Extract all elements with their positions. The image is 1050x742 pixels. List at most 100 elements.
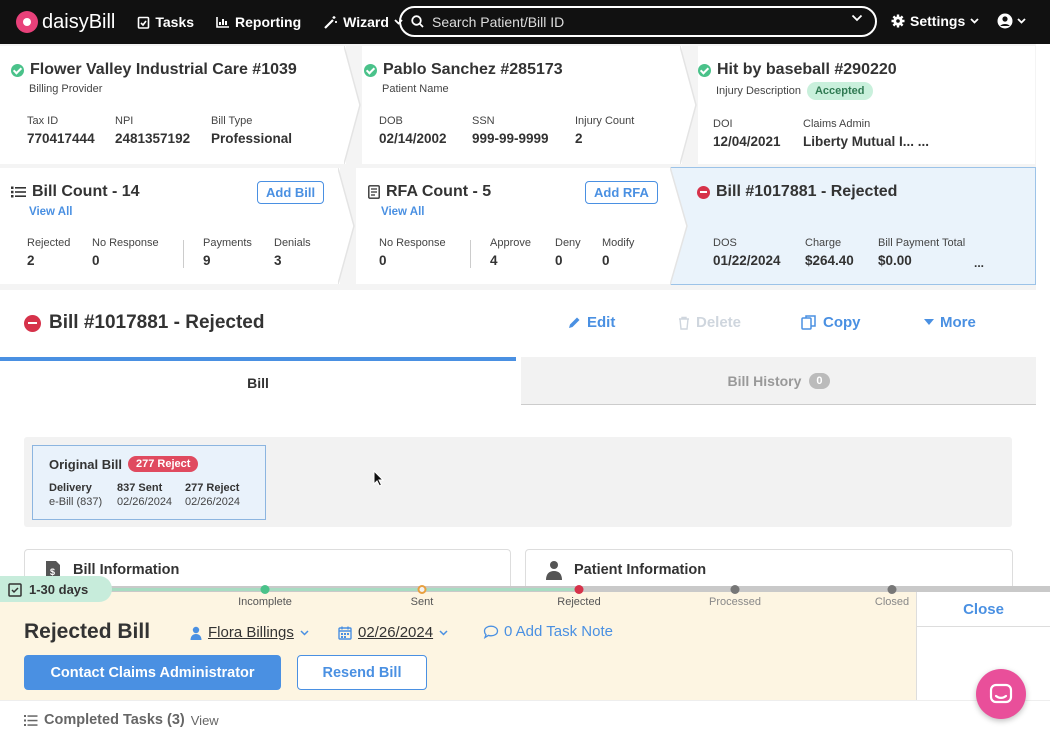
patient-card[interactable]: Pablo Sanchez #285173 Patient Name DOB 02… bbox=[362, 46, 682, 164]
nav-wizard[interactable]: Wizard bbox=[323, 14, 403, 30]
dos-field: DOS 01/22/2024 bbox=[713, 237, 781, 268]
chevron-separator bbox=[338, 168, 355, 284]
step-processed-dot bbox=[730, 585, 740, 594]
rfa-count-title: RFA Count - 5 bbox=[386, 183, 492, 200]
search-placeholder: Search Patient/Bill ID bbox=[432, 13, 565, 30]
edit-button[interactable]: Edit bbox=[567, 314, 615, 331]
more-button[interactable]: More bbox=[924, 314, 976, 331]
chevron-down-icon[interactable] bbox=[851, 14, 863, 22]
check-circle-icon bbox=[698, 63, 711, 77]
completed-tasks-toggle[interactable]: Completed Tasks (3) View bbox=[24, 712, 219, 728]
contact-claims-admin-button[interactable]: Contact Claims Administrator bbox=[24, 655, 281, 690]
rfa-view-all-link[interactable]: View All bbox=[381, 206, 424, 218]
list-icon bbox=[24, 714, 38, 726]
chat-icon bbox=[989, 683, 1013, 704]
charge-field: Charge $264.40 bbox=[805, 237, 854, 268]
document-icon bbox=[368, 185, 380, 199]
tax-id-field: Tax ID 770417444 bbox=[27, 115, 95, 146]
add-rfa-button[interactable]: Add RFA bbox=[585, 181, 658, 204]
history-count-badge: 0 bbox=[809, 372, 830, 389]
divider bbox=[183, 240, 184, 268]
add-task-note-link[interactable]: 0 Add Task Note bbox=[483, 623, 613, 640]
divider bbox=[470, 240, 471, 268]
bill-count-title: Bill Count - 14 bbox=[32, 183, 140, 200]
page-title-text: Bill #1017881 - Rejected bbox=[49, 312, 265, 333]
copy-button[interactable]: Copy bbox=[801, 314, 861, 331]
nav-reporting[interactable]: Reporting bbox=[216, 14, 301, 30]
chevron-down-icon bbox=[1017, 18, 1026, 24]
rfa-count-card[interactable]: RFA Count - 5 Add RFA View All No Respon… bbox=[356, 168, 672, 284]
add-bill-button[interactable]: Add Bill bbox=[257, 181, 325, 204]
pencil-icon bbox=[569, 317, 580, 328]
injury-title: Hit by baseball #290220 bbox=[717, 61, 897, 78]
task-date-picker[interactable]: 02/26/2024 bbox=[338, 624, 448, 641]
more-ellipsis[interactable]: ... bbox=[974, 256, 984, 270]
reject-col: 277 Reject 02/26/2024 bbox=[185, 482, 241, 508]
bill-view-all-link[interactable]: View All bbox=[29, 206, 72, 218]
gear-icon bbox=[891, 14, 905, 28]
bill-summary-title: Bill #1017881 - Rejected bbox=[716, 183, 898, 200]
user-menu[interactable] bbox=[997, 13, 1026, 29]
mouse-cursor-icon bbox=[373, 470, 384, 487]
step-sent-dot bbox=[417, 585, 427, 594]
bill-payment-total-field: Bill Payment Total $0.00 bbox=[878, 237, 966, 268]
original-bill-title: Original Bill bbox=[49, 456, 122, 472]
user-icon bbox=[190, 626, 202, 640]
approve-field: Approve 4 bbox=[490, 237, 531, 268]
status-badge: Accepted bbox=[806, 82, 873, 100]
bar-chart-icon bbox=[216, 17, 230, 28]
delivery-col: Delivery e-Bill (837) bbox=[49, 482, 103, 508]
bill-summary-card[interactable]: Bill #1017881 - Rejected DOS 01/22/2024 C… bbox=[670, 167, 1036, 285]
reject-icon bbox=[697, 185, 710, 199]
delete-button[interactable]: Delete bbox=[678, 314, 741, 331]
chevron-notch bbox=[670, 167, 688, 285]
step-label: Incomplete bbox=[238, 596, 292, 608]
resend-bill-button[interactable]: Resend Bill bbox=[297, 655, 427, 690]
search-input[interactable]: Search Patient/Bill ID bbox=[399, 6, 877, 37]
claims-admin-field[interactable]: Claims Admin Liberty Mutual I... ... bbox=[803, 118, 929, 149]
tab-bill-history[interactable]: Bill History 0 bbox=[521, 357, 1036, 405]
denials-field: Denials 3 bbox=[274, 237, 311, 268]
nav-settings[interactable]: Settings bbox=[891, 13, 979, 29]
close-button[interactable]: Close bbox=[917, 592, 1050, 627]
page-title: Bill #1017881 - Rejected bbox=[24, 312, 264, 334]
original-bill-card[interactable]: Original Bill 277 Reject Delivery e-Bill… bbox=[32, 445, 266, 520]
tab-bill[interactable]: Bill bbox=[0, 357, 516, 405]
injury-card[interactable]: Hit by baseball #290220 Injury Descripti… bbox=[698, 46, 1035, 164]
step-label: Rejected bbox=[557, 596, 601, 608]
comment-icon bbox=[483, 625, 499, 639]
ssn-field: SSN 999-99-9999 bbox=[472, 115, 549, 146]
check-circle-icon bbox=[364, 63, 377, 77]
view-link[interactable]: View bbox=[191, 713, 219, 728]
chat-launcher-button[interactable] bbox=[976, 669, 1026, 719]
bill-count-card[interactable]: Bill Count - 14 Add Bill View All Reject… bbox=[0, 168, 340, 284]
modify-field: Modify 0 bbox=[602, 237, 635, 268]
daisy-logo-icon bbox=[16, 11, 38, 33]
chevron-down-icon bbox=[970, 18, 979, 24]
nav-settings-label: Settings bbox=[910, 13, 966, 29]
assignee-dropdown[interactable]: Flora Billings bbox=[190, 624, 309, 641]
chevron-down-icon bbox=[439, 629, 448, 636]
provider-card[interactable]: Flower Valley Industrial Care #1039 Bill… bbox=[0, 46, 346, 164]
patient-title: Pablo Sanchez #285173 bbox=[383, 61, 563, 78]
patient-information-section[interactable]: Patient Information bbox=[525, 549, 1013, 589]
doi-field: DOI 12/04/2021 bbox=[713, 118, 781, 149]
list-icon bbox=[11, 186, 26, 198]
chevron-separator bbox=[680, 46, 697, 164]
nav-tasks-label: Tasks bbox=[155, 14, 195, 30]
nav-tasks[interactable]: Tasks bbox=[137, 14, 194, 30]
step-label: Sent bbox=[410, 596, 434, 608]
deny-field: Deny 0 bbox=[555, 237, 581, 268]
completed-tasks-label: Completed Tasks (3) bbox=[44, 712, 185, 728]
injury-subtitle: Injury Description bbox=[716, 85, 801, 97]
injury-count-field: Injury Count 2 bbox=[575, 115, 635, 146]
daisybill-logo[interactable]: daisyBill bbox=[16, 11, 115, 34]
check-circle-icon bbox=[11, 63, 24, 77]
caret-down-icon bbox=[924, 319, 934, 325]
npi-field: NPI 2481357192 bbox=[115, 115, 191, 146]
no-response-field: No Response 0 bbox=[92, 237, 159, 268]
nav-reporting-label: Reporting bbox=[235, 14, 302, 30]
step-incomplete-dot bbox=[260, 585, 270, 594]
step-rejected-dot bbox=[574, 585, 584, 594]
completed-tasks-bar: Completed Tasks (3) View bbox=[0, 700, 1050, 742]
